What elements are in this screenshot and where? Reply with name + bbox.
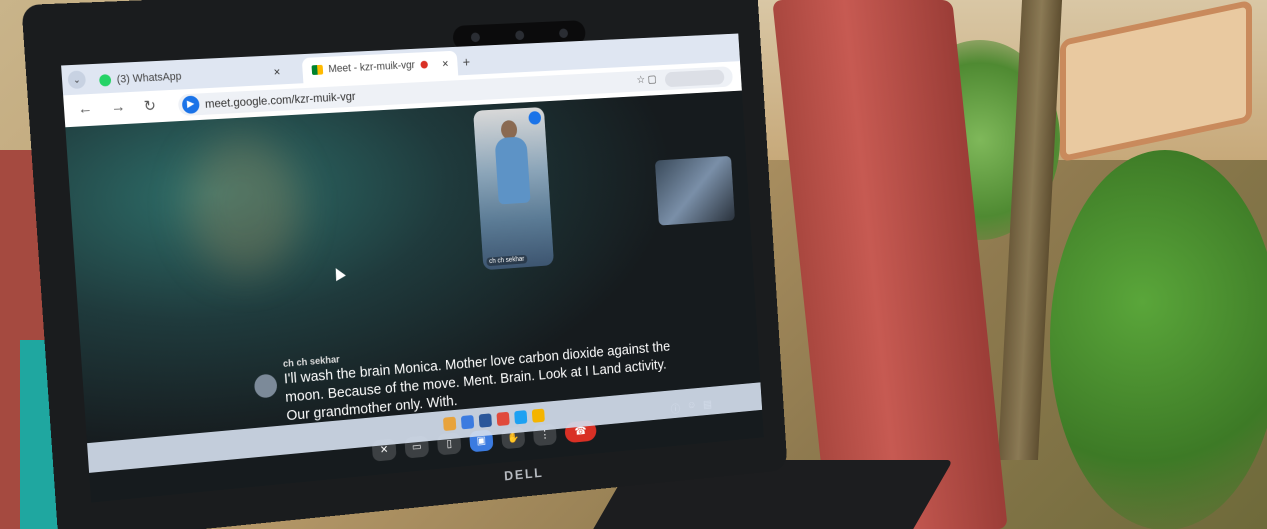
close-icon[interactable]: × [273, 65, 280, 79]
self-view-tile[interactable] [654, 155, 736, 226]
speaker-avatar [253, 373, 278, 399]
taskbar-app-icon[interactable] [496, 411, 510, 427]
background-blur [182, 134, 305, 279]
profile-chip[interactable] [664, 69, 725, 88]
whatsapp-icon [98, 74, 112, 87]
tab-search-icon[interactable]: ⌄ [67, 70, 87, 90]
recording-icon [420, 60, 428, 69]
participant-name: ch ch sekhar [486, 254, 528, 267]
participant-tile[interactable]: ch ch sekhar [473, 106, 555, 271]
taskbar-app-icon[interactable] [478, 413, 493, 428]
taskbar-app-icon[interactable] [460, 414, 475, 430]
reload-icon[interactable]: ↻ [143, 97, 156, 115]
participant-body [494, 136, 531, 205]
taskbar-app-icon[interactable] [531, 408, 545, 423]
laptop-screen: ⌄ (3) WhatsApp × Meet - kzr-muik-vgr × +… [61, 33, 764, 503]
new-tab-icon[interactable]: + [462, 54, 470, 70]
bookmark-star-icon[interactable]: ☆ ▢ [636, 73, 657, 86]
meet-stage: ch ch sekhar ch ch sekhar I'll wash the … [65, 90, 764, 503]
tab-label: (3) WhatsApp [116, 70, 182, 86]
back-icon[interactable]: ← [77, 100, 93, 118]
laptop: ⌄ (3) WhatsApp × Meet - kzr-muik-vgr × +… [21, 0, 788, 529]
photo-scene: ⌄ (3) WhatsApp × Meet - kzr-muik-vgr × +… [0, 0, 1267, 529]
speaking-indicator-icon [528, 110, 542, 125]
taskbar-app-icon[interactable] [442, 416, 457, 432]
taskbar-app-icon[interactable] [514, 410, 528, 425]
dell-logo: DELL [503, 464, 544, 484]
foliage [1050, 150, 1267, 529]
mouse-cursor-icon [330, 265, 346, 282]
tab-label: Meet - kzr-muik-vgr [328, 59, 416, 76]
close-icon[interactable]: × [442, 57, 449, 71]
site-info-icon[interactable]: ▶ [181, 95, 200, 114]
google-meet-icon [311, 64, 324, 76]
forward-icon[interactable]: → [110, 98, 126, 116]
url-text: meet.google.com/kzr-muik-vgr [204, 89, 356, 111]
